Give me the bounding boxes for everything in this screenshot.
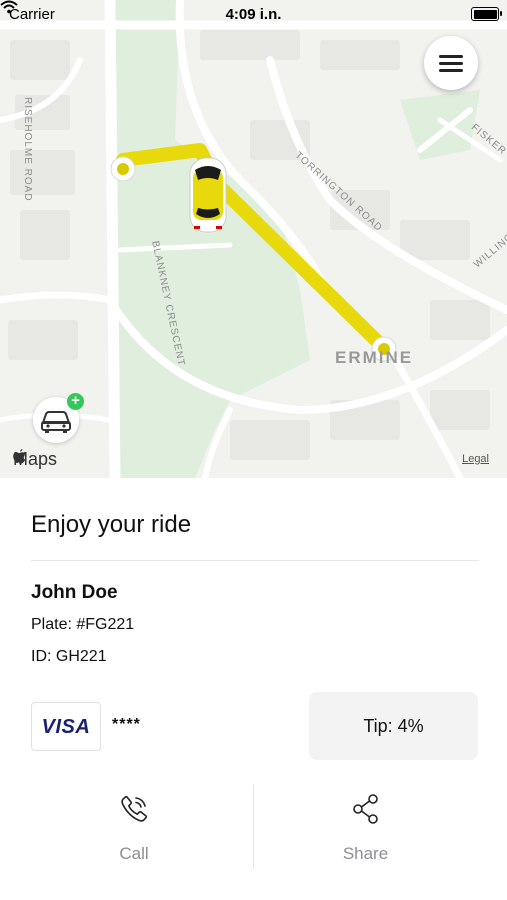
- status-bar: Carrier 4:09 i.n.: [0, 0, 507, 28]
- visa-logo: VISA: [41, 716, 91, 738]
- driver-name: John Doe: [31, 582, 118, 603]
- tip-button[interactable]: Tip: 4%: [309, 692, 478, 760]
- page-title: Enjoy your ride: [31, 511, 192, 538]
- phone-icon: [121, 795, 148, 822]
- ride-panel: Enjoy your ride John Doe Plate: #FG221 I…: [0, 478, 507, 900]
- card-number-mask: ****: [112, 716, 141, 733]
- payment-card[interactable]: VISA: [31, 702, 101, 751]
- plus-icon[interactable]: +: [67, 393, 84, 410]
- map-view[interactable]: RISEHOLME ROAD TORRINGTON ROAD BLANKNEY …: [0, 0, 507, 478]
- driver-id: ID: GH221: [31, 648, 107, 665]
- tip-label: Tip: 4%: [363, 715, 424, 736]
- call-button[interactable]: Call: [15, 788, 253, 888]
- legal-link[interactable]: Legal: [462, 453, 489, 465]
- apple-icon: [13, 449, 26, 464]
- street-label-riseholme: RISEHOLME ROAD: [22, 97, 33, 202]
- menu-button[interactable]: [424, 36, 478, 90]
- divider: [31, 560, 479, 561]
- area-label: ERMINE: [335, 348, 414, 367]
- battery-icon: [471, 7, 502, 21]
- driver-plate: Plate: #FG221: [31, 616, 135, 633]
- share-label: Share: [342, 844, 389, 863]
- share-button[interactable]: Share: [254, 788, 477, 888]
- car-marker-icon: [189, 157, 227, 233]
- share-icon: [352, 794, 378, 824]
- maps-brand: Maps: [13, 449, 57, 470]
- clock-time: 4:09 i.n.: [225, 6, 282, 23]
- call-label: Call: [119, 844, 149, 863]
